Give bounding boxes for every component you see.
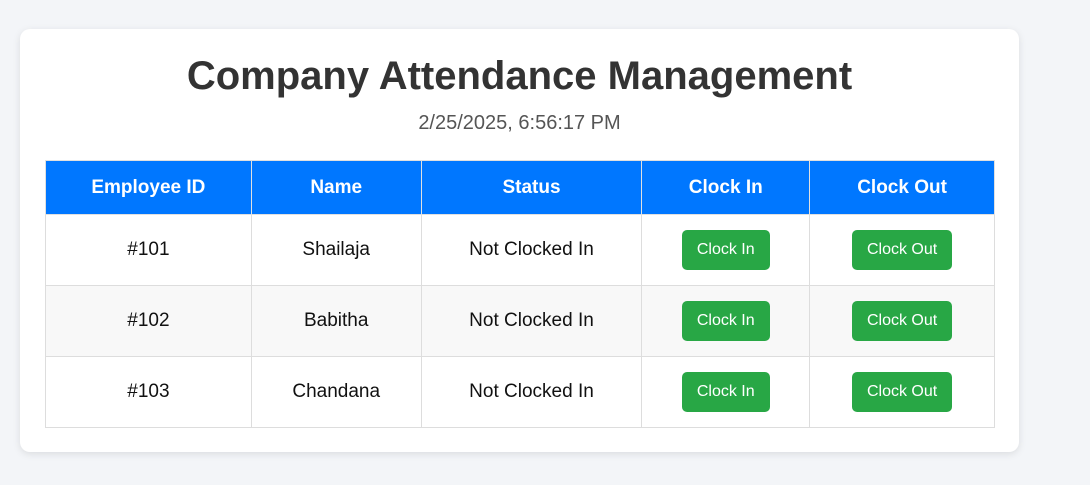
clock-out-button[interactable]: Clock Out [851, 230, 953, 270]
column-header-clock-out: Clock Out [809, 160, 995, 215]
current-datetime: 2/25/2025, 6:56:17 PM [418, 112, 621, 134]
clock-in-button[interactable]: Clock In [681, 230, 770, 270]
clock-out-cell: Clock Out [809, 214, 995, 286]
employee-id-cell: #101 [45, 214, 252, 286]
clock-in-button[interactable]: Clock In [681, 372, 770, 412]
status-cell: Not Clocked In [420, 214, 643, 286]
column-header-employee-id: Employee ID [45, 160, 252, 215]
page-title: Company Attendance Management [186, 54, 853, 98]
employee-name-cell: Chandana [250, 356, 422, 428]
attendance-table: Employee ID Name Status Clock In Clock O… [45, 160, 995, 428]
employee-name-cell: Babitha [250, 285, 422, 357]
column-header-name: Name [250, 160, 422, 215]
clock-out-cell: Clock Out [809, 356, 995, 428]
clock-in-cell: Clock In [641, 356, 811, 428]
status-cell: Not Clocked In [420, 356, 643, 428]
clock-out-button[interactable]: Clock Out [851, 372, 953, 412]
clock-in-cell: Clock In [641, 214, 811, 286]
employee-name-cell: Shailaja [250, 214, 422, 286]
attendance-card: Company Attendance Management 2/25/2025,… [20, 29, 1019, 452]
status-cell: Not Clocked In [420, 285, 643, 357]
clock-out-cell: Clock Out [809, 285, 995, 357]
employee-id-cell: #102 [45, 285, 252, 357]
table-header-row: Employee ID Name Status Clock In Clock O… [45, 160, 995, 215]
clock-out-button[interactable]: Clock Out [851, 301, 953, 341]
employee-id-cell: #103 [45, 356, 252, 428]
column-header-clock-in: Clock In [641, 160, 811, 215]
table-row: #101 Shailaja Not Clocked In Clock In Cl… [45, 214, 995, 286]
table-row: #102 Babitha Not Clocked In Clock In Clo… [45, 285, 995, 357]
table-row: #103 Chandana Not Clocked In Clock In Cl… [45, 356, 995, 428]
clock-in-cell: Clock In [641, 285, 811, 357]
column-header-status: Status [420, 160, 643, 215]
clock-in-button[interactable]: Clock In [681, 301, 770, 341]
